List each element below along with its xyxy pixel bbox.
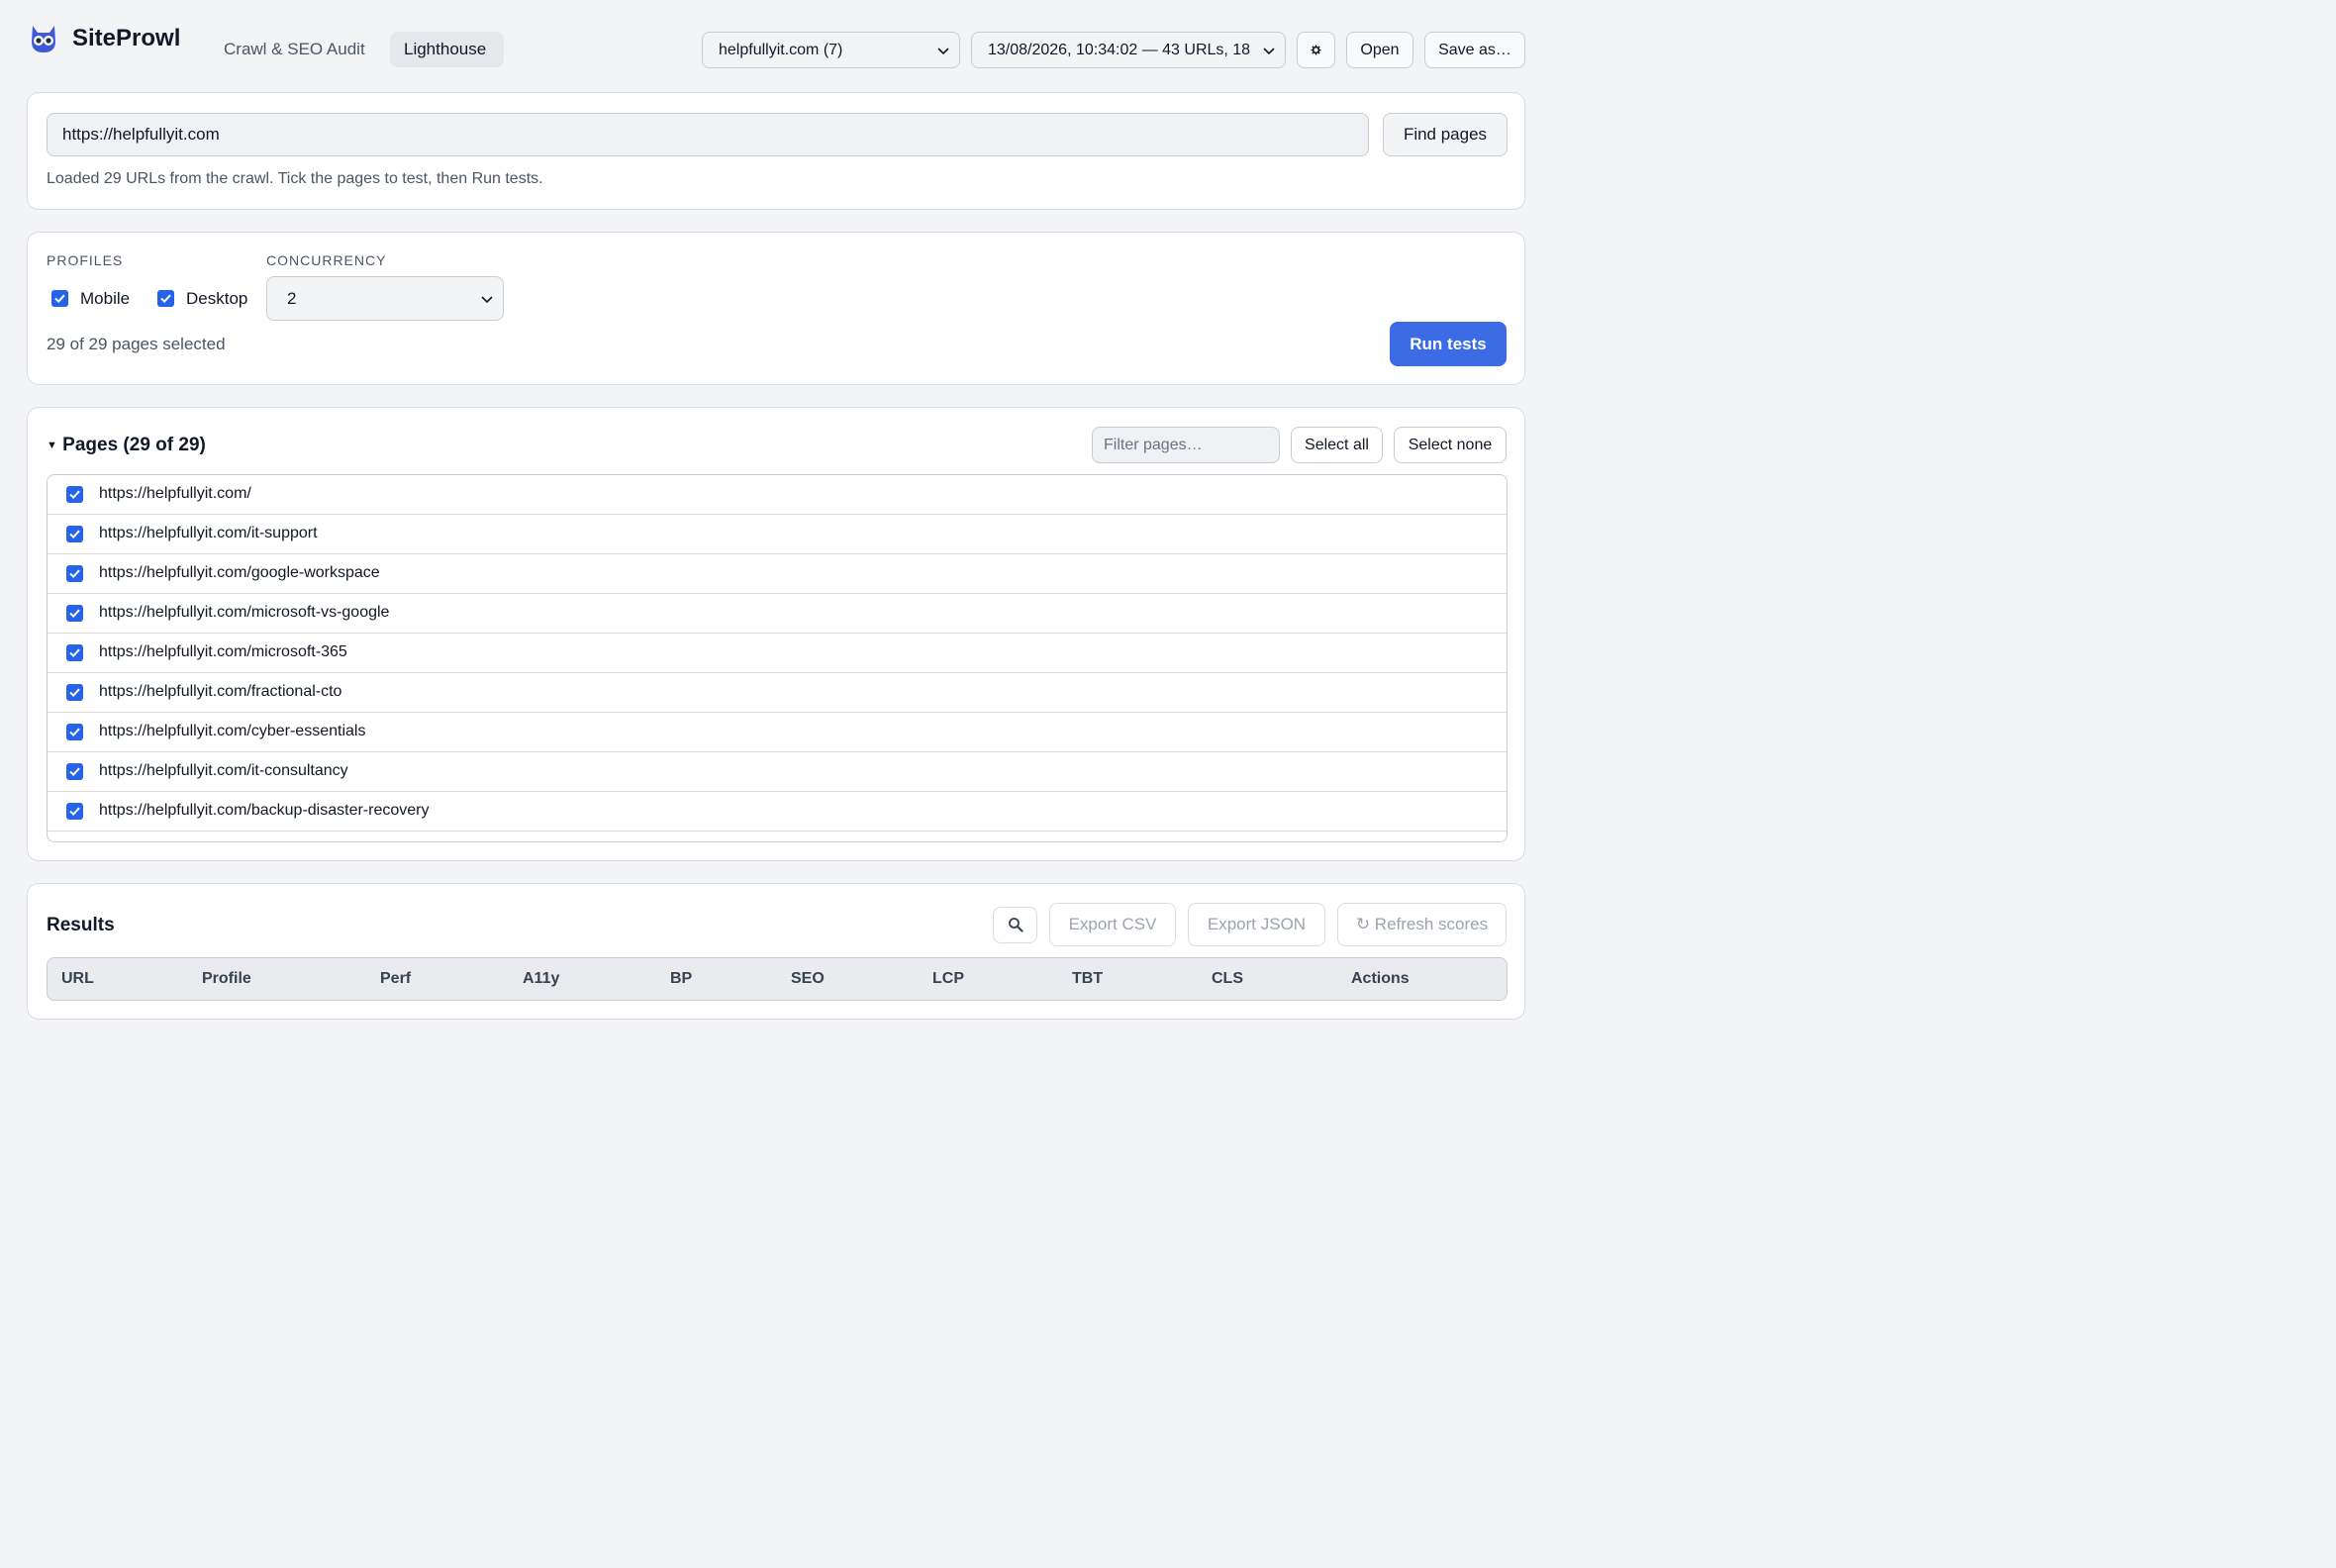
check-icon: [69, 728, 80, 737]
page-url: https://helpfullyit.com/microsoft-365: [99, 643, 347, 660]
check-icon: [69, 569, 80, 579]
results-title: Results: [47, 915, 115, 935]
check-icon: [69, 530, 80, 539]
column-header[interactable]: LCP: [932, 970, 964, 988]
concurrency-select[interactable]: 2: [266, 276, 504, 321]
page-row[interactable]: https://helpfullyit.com/backup-disaster-…: [48, 792, 1507, 832]
page-row[interactable]: https://helpfullyit.com/cyber-essentials: [48, 713, 1507, 752]
column-header[interactable]: Profile: [202, 970, 251, 988]
column-header[interactable]: Perf: [380, 970, 411, 988]
magnifier-icon: [1008, 918, 1023, 932]
top-bar: SiteProwl Crawl & SEO Audit Lighthouse h…: [0, 0, 1552, 93]
chevron-down-icon: [937, 48, 949, 55]
url-input[interactable]: https://helpfullyit.com: [47, 113, 1369, 156]
run-tests-button[interactable]: Run tests: [1390, 322, 1507, 366]
page-checkbox[interactable]: [66, 486, 83, 503]
page-row[interactable]: https://helpfullyit.com/: [48, 475, 1507, 515]
crawl-select[interactable]: 13/08/2026, 10:34:02 — 43 URLs, 18: [971, 32, 1286, 68]
concurrency-label: CONCURRENCY: [266, 252, 387, 268]
column-header[interactable]: TBT: [1072, 970, 1103, 988]
selected-count: 29 of 29 pages selected: [47, 335, 226, 353]
options-card: PROFILES CONCURRENCY Mobile Desktop 2 29…: [27, 232, 1525, 385]
page-checkbox[interactable]: [66, 644, 83, 661]
save-as-button[interactable]: Save as…: [1424, 32, 1525, 68]
app-name: SiteProwl: [72, 25, 181, 51]
desktop-label: Desktop: [186, 289, 248, 308]
check-icon: [69, 767, 80, 777]
check-icon: [69, 609, 80, 619]
check-icon: [69, 648, 80, 658]
select-none-button[interactable]: Select none: [1394, 427, 1507, 463]
page-row[interactable]: https://helpfullyit.com/microsoft-vs-goo…: [48, 594, 1507, 634]
check-icon: [69, 807, 80, 817]
export-csv-button[interactable]: Export CSV: [1049, 903, 1176, 946]
column-header[interactable]: Actions: [1351, 970, 1410, 988]
filter-pages-input[interactable]: Filter pages…: [1092, 427, 1280, 463]
mobile-checkbox[interactable]: [51, 290, 68, 307]
page-checkbox[interactable]: [66, 803, 83, 820]
page-url: https://helpfullyit.com/backup-disaster-…: [99, 802, 430, 819]
desktop-checkbox[interactable]: [157, 290, 174, 307]
page-checkbox[interactable]: [66, 763, 83, 780]
chevron-down-icon: [481, 296, 493, 304]
page-url: https://helpfullyit.com/google-workspace: [99, 564, 380, 581]
page-url: https://helpfullyit.com/: [99, 485, 251, 502]
page-url: https://helpfullyit.com/it-support: [99, 525, 318, 541]
page-url: https://helpfullyit.com/microsoft-vs-goo…: [99, 604, 390, 621]
crawl-select-value: 13/08/2026, 10:34:02 — 43 URLs, 18: [988, 42, 1251, 58]
pages-title: Pages (29 of 29): [62, 435, 206, 455]
settings-button[interactable]: [1297, 32, 1335, 68]
page-row[interactable]: https://helpfullyit.com/it-consultancy: [48, 752, 1507, 792]
column-header[interactable]: URL: [61, 970, 94, 988]
page-url: https://helpfullyit.com/cyber-essentials: [99, 723, 366, 739]
export-json-button[interactable]: Export JSON: [1188, 903, 1325, 946]
check-icon: [160, 294, 171, 304]
column-header[interactable]: BP: [670, 970, 692, 988]
owl-logo-icon: [32, 26, 55, 52]
url-card: https://helpfullyit.com Find pages Loade…: [27, 92, 1525, 210]
page-url: https://helpfullyit.com/fractional-cto: [99, 683, 342, 700]
check-icon: [54, 294, 65, 304]
refresh-scores-button[interactable]: ↻ Refresh scores: [1337, 903, 1507, 946]
column-header[interactable]: CLS: [1212, 970, 1243, 988]
status-text: Loaded 29 URLs from the crawl. Tick the …: [47, 170, 543, 187]
tab-crawl-seo-audit[interactable]: Crawl & SEO Audit: [210, 32, 379, 67]
page-row[interactable]: https://helpfullyit.com/fractional-cto: [48, 673, 1507, 713]
page-row[interactable]: https://helpfullyit.com/microsoft-365: [48, 634, 1507, 673]
page-checkbox[interactable]: [66, 724, 83, 740]
pages-toggle[interactable]: ▼ Pages (29 of 29): [47, 435, 206, 456]
page-checkbox[interactable]: [66, 684, 83, 701]
chevron-down-icon: [1263, 48, 1275, 55]
column-header[interactable]: A11y: [523, 970, 559, 988]
pages-card: ▼ Pages (29 of 29) Filter pages… Select …: [27, 407, 1525, 861]
page-checkbox[interactable]: [66, 526, 83, 542]
column-header[interactable]: SEO: [791, 970, 825, 988]
gear-icon: [1311, 45, 1321, 55]
page-row[interactable]: https://helpfullyit.com/it-support: [48, 515, 1507, 554]
mobile-label: Mobile: [80, 289, 131, 308]
pages-list: https://helpfullyit.com/ https://helpful…: [47, 474, 1508, 842]
search-button[interactable]: [993, 907, 1037, 943]
page-url: https://helpfullyit.com/it-consultancy: [99, 762, 348, 779]
page-checkbox[interactable]: [66, 605, 83, 622]
page-checkbox[interactable]: [66, 565, 83, 582]
concurrency-value: 2: [287, 289, 297, 308]
check-icon: [69, 688, 80, 698]
page-row[interactable]: https://helpfullyit.com/google-workspace: [48, 554, 1507, 594]
find-pages-button[interactable]: Find pages: [1383, 113, 1508, 156]
open-button[interactable]: Open: [1346, 32, 1413, 68]
profiles-label: PROFILES: [47, 252, 124, 268]
disclosure-triangle-icon: ▼: [47, 440, 57, 451]
results-card: Results Export CSV Export JSON ↻ Refresh…: [27, 883, 1525, 1020]
select-all-button[interactable]: Select all: [1291, 427, 1383, 463]
site-select[interactable]: helpfullyit.com (7): [702, 32, 960, 68]
check-icon: [69, 490, 80, 500]
site-select-value: helpfullyit.com (7): [719, 42, 843, 58]
tab-lighthouse[interactable]: Lighthouse: [390, 32, 504, 67]
results-table-header: URL Profile Perf A11y BP SEO LCP TBT CLS…: [47, 957, 1508, 1001]
